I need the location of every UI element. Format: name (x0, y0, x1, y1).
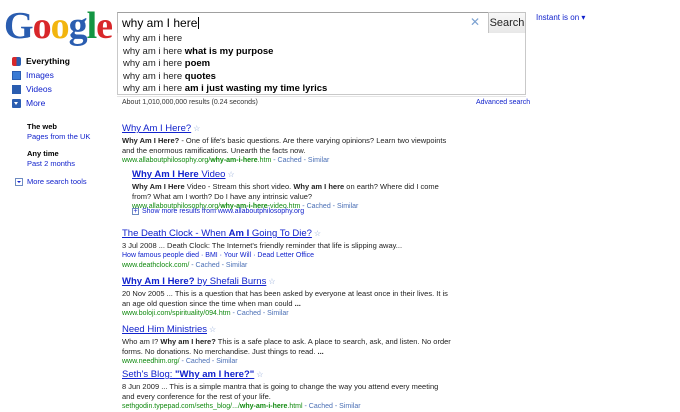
result-snippet: 3 Jul 2008 ... Death Clock: The Internet… (122, 241, 403, 250)
advanced-search-link[interactable]: Advanced search (476, 99, 530, 106)
suggestion-item[interactable]: why am i here quotes (118, 71, 525, 84)
result-title[interactable]: Why Am I Here? by Shefali Burns (122, 276, 266, 287)
nav-item-videos[interactable]: Videos (12, 82, 112, 96)
result-title[interactable]: Seth's Blog: "Why am I here?" (122, 369, 254, 380)
star-icon[interactable]: ☆ (227, 170, 234, 179)
images-icon (12, 70, 21, 80)
star-icon[interactable]: ☆ (193, 124, 200, 133)
filter-heading-time: Any time (27, 149, 59, 158)
search-button[interactable]: Search (488, 12, 526, 34)
search-input[interactable]: why am I here (117, 12, 489, 34)
result-snippet: 20 Nov 2005 ... This is a question that … (122, 289, 448, 308)
filter-pages-uk[interactable]: Pages from the UK (27, 131, 112, 142)
similar-link[interactable]: Similar (337, 203, 358, 210)
cached-link[interactable]: Cached (237, 310, 261, 317)
more-search-tools[interactable]: More search tools (15, 177, 112, 186)
result-title[interactable]: Need Him Ministries (122, 324, 207, 335)
everything-icon (12, 56, 21, 66)
suggestion-item[interactable]: why am i here poem (118, 58, 525, 71)
close-icon[interactable]: ✕ (470, 14, 480, 30)
result-item: Need Him Ministries ☆ Who am I? Why am I … (122, 319, 452, 367)
result-sitelinks[interactable]: How famous people died · BMI · Your Will… (122, 251, 452, 261)
search-query-text: why am I here (122, 16, 200, 30)
expand-icon (15, 177, 23, 186)
result-item-indented: Why Am I Here Video ☆ Why Am I Here Video… (132, 164, 452, 212)
similar-link[interactable]: Similar (308, 157, 329, 164)
result-title[interactable]: The Death Clock - When Am I Going To Die… (122, 228, 312, 239)
nav-item-everything[interactable]: Everything (12, 54, 112, 68)
nav-item-more[interactable]: More (12, 96, 112, 110)
filter-past-2-months[interactable]: Past 2 months (27, 158, 112, 169)
videos-icon (12, 84, 21, 94)
suggestion-item[interactable]: why am i here (118, 33, 525, 46)
result-item: The Death Clock - When Am I Going To Die… (122, 223, 452, 271)
results-count: About 1,010,000,000 results (0.24 second… (122, 99, 258, 106)
star-icon[interactable]: ☆ (268, 277, 275, 286)
suggestion-item[interactable]: why am i here what is my purpose (118, 46, 525, 59)
filter-heading-web: The web (27, 122, 58, 131)
suggestion-item[interactable]: why am i here am i just wasting my time … (118, 83, 525, 96)
result-item: Why Am I Here? by Shefali Burns ☆ 20 Nov … (122, 271, 452, 319)
header-divider (117, 96, 526, 97)
star-icon[interactable]: ☆ (314, 229, 321, 238)
star-icon[interactable]: ☆ (256, 370, 263, 379)
result-url: www.boloji.com/spirituality/094.htm - Ca… (122, 310, 289, 317)
similar-link[interactable]: Similar (267, 310, 288, 317)
result-snippet: Why Am I Here? - One of life's basic que… (122, 136, 447, 155)
left-nav: Everything Images Videos More The web Pa… (12, 54, 112, 186)
suggestions-dropdown: why am i here why am i here what is my p… (117, 33, 526, 95)
cached-link[interactable]: Cached (278, 157, 302, 164)
plus-icon: + (132, 208, 139, 215)
result-title[interactable]: Why Am I Here Video (132, 169, 225, 180)
result-snippet: Who am I? Why am I here? This is a safe … (122, 337, 451, 356)
show-more-results[interactable]: + Show more results from www.allaboutphil… (132, 208, 304, 215)
result-url: sethgodin.typepad.com/seths_blog/.../why… (122, 403, 361, 410)
cached-link[interactable]: Cached (307, 203, 331, 210)
cached-link[interactable]: Cached (196, 262, 220, 269)
star-icon[interactable]: ☆ (209, 325, 216, 334)
similar-link[interactable]: Similar (226, 262, 247, 269)
result-snippet: 8 Jun 2009 ... This is a simple mantra t… (122, 382, 439, 401)
text-caret (198, 17, 200, 29)
result-item: Why Am I Here? ☆ Why Am I Here? - One of … (122, 118, 452, 166)
more-icon (12, 98, 21, 108)
google-logo[interactable]: Google (4, 4, 113, 48)
result-snippet: Why Am I Here Video - Stream this short … (132, 182, 439, 201)
nav-item-images[interactable]: Images (12, 68, 112, 82)
result-item: Seth's Blog: "Why am I here?" ☆ 8 Jun 200… (122, 364, 452, 412)
result-url: www.deathclock.com/ - Cached - Similar (122, 262, 248, 269)
instant-status-toggle[interactable]: Instant is on ▾ (536, 13, 585, 22)
result-title[interactable]: Why Am I Here? (122, 123, 191, 134)
